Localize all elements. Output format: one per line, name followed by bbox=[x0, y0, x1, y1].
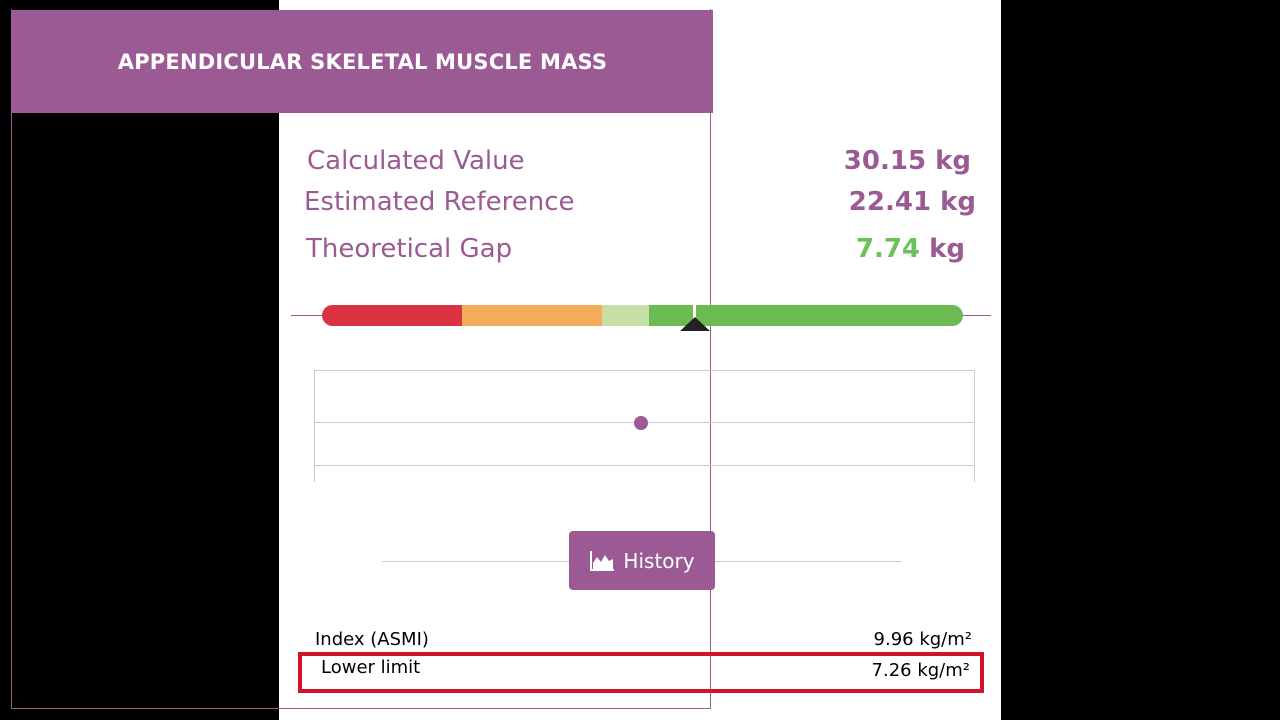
lower-limit-label: Lower limit bbox=[321, 657, 421, 678]
result-card bbox=[11, 9, 711, 709]
asmi-index-value: 9.96 kg/m² bbox=[873, 629, 972, 650]
calculated-value-label: Calculated Value bbox=[307, 146, 525, 176]
scale-segment-orange bbox=[462, 305, 602, 326]
area-chart-icon bbox=[590, 550, 615, 571]
calculated-value: 30.15 kg bbox=[843, 146, 971, 176]
theoretical-gap-number: 7.74 bbox=[855, 234, 921, 264]
scale-segment-red bbox=[322, 305, 462, 326]
scale-segment-light-green bbox=[602, 305, 649, 326]
history-button[interactable]: History bbox=[569, 531, 715, 590]
theoretical-gap-value: 7.74 kg bbox=[780, 234, 965, 264]
estimated-reference-value: 22.41 kg bbox=[848, 187, 976, 217]
asmi-index-label: Index (ASMI) bbox=[315, 629, 429, 650]
estimated-reference-label: Estimated Reference bbox=[304, 187, 575, 217]
card-title: APPENDICULAR SKELETAL MUSCLE MASS bbox=[117, 49, 608, 74]
theoretical-gap-label: Theoretical Gap bbox=[306, 234, 513, 264]
graph-data-point bbox=[634, 416, 648, 430]
card-header: APPENDICULAR SKELETAL MUSCLE MASS bbox=[12, 10, 713, 113]
history-button-label: History bbox=[623, 548, 695, 573]
graph-gridline bbox=[315, 465, 974, 466]
theoretical-gap-unit: kg bbox=[929, 234, 965, 264]
lower-limit-value: 7.26 kg/m² bbox=[871, 660, 970, 681]
range-scale-bar bbox=[322, 305, 963, 326]
scale-marker-triangle-icon bbox=[680, 317, 710, 331]
